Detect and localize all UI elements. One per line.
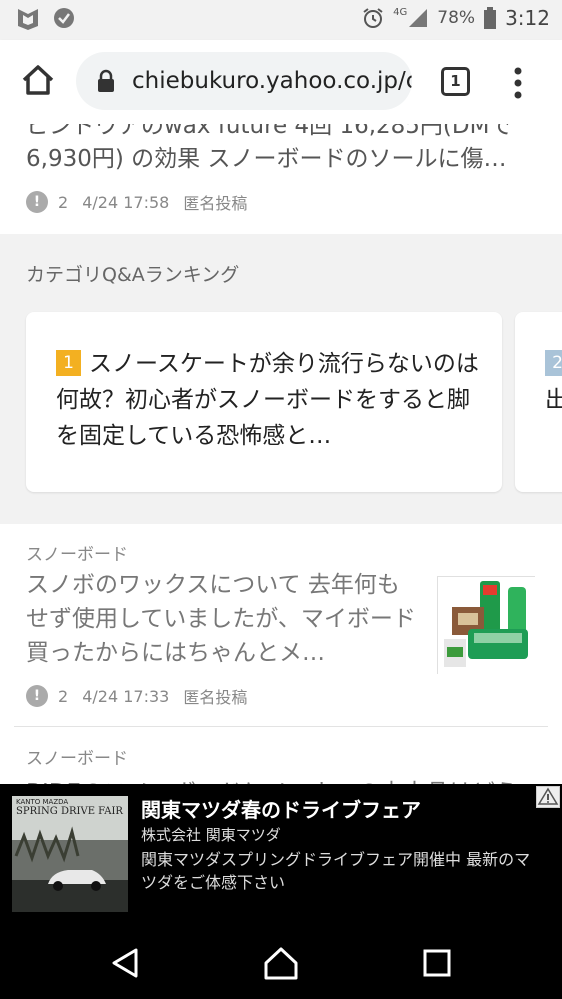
divider	[14, 726, 548, 727]
signal-icon	[409, 9, 428, 27]
ranking-card[interactable]: 1 スノースケートが余り流行らないのは何故？初心者がスノーボードをすると脚を固定し…	[26, 312, 502, 492]
ad-banner[interactable]: KANTO MAZDA SPRING DRIVE FAIR 関東マツダ春のドライ…	[0, 784, 562, 928]
page-content: ピンドウアのwax future 4回 16,285円(DMで6,930円) の…	[0, 124, 562, 784]
check-circle-icon	[54, 8, 74, 28]
battery-icon	[484, 7, 497, 29]
battery-percent: 78%	[437, 8, 476, 28]
recents-icon[interactable]	[422, 948, 452, 978]
question-meta: ! 2 4/24 17:33 匿名投稿	[26, 684, 261, 708]
ranking-question: 2 出カ	[545, 346, 562, 418]
answer-count: 2	[58, 192, 69, 212]
tab-switcher-button[interactable]: 1	[441, 67, 470, 96]
ranking-question-text: 出カ	[545, 387, 562, 413]
address-bar[interactable]: chiebukuro.yahoo.co.jp/c	[76, 52, 412, 110]
ad-image-caption: SPRING DRIVE FAIR	[16, 806, 123, 817]
ranking-title: カテゴリQ&Aランキング	[26, 264, 240, 286]
answer-count: 2	[58, 686, 69, 706]
url-text: chiebukuro.yahoo.co.jp/c	[132, 68, 412, 94]
ranking-question: 1 スノースケートが余り流行らないのは何故？初心者がスノーボードをすると脚を固定し…	[56, 346, 486, 454]
alarm-icon	[363, 8, 383, 28]
post-date: 4/24 17:58	[82, 192, 170, 212]
rank-badge: 1	[56, 350, 81, 376]
home-nav-icon[interactable]	[262, 944, 300, 982]
browser-toolbar: chiebukuro.yahoo.co.jp/c 1	[0, 40, 562, 124]
question-meta: ! 2 4/24 17:58 匿名投稿	[26, 190, 261, 214]
mcafee-icon	[18, 9, 38, 30]
clock: 3:12	[505, 6, 550, 30]
post-author: 匿名投稿	[183, 194, 248, 213]
question-title[interactable]: スノボのワックスについて 去年何もせず使用していましたが、マイボード買ったからに…	[26, 568, 422, 670]
category-ranking: カテゴリQ&Aランキング 1 スノースケートが余り流行らないのは何故？初心者がスノ…	[0, 234, 562, 524]
answer-count-icon: !	[26, 685, 48, 707]
question-title[interactable]: ピンドウアのwax future 4回 16,285円(DMで6,930円) の…	[26, 124, 536, 176]
system-nav-bar	[0, 928, 562, 999]
adchoices-icon[interactable]	[536, 786, 560, 808]
ranking-card[interactable]: 2 出カ	[515, 312, 562, 492]
ranking-question-text: スノースケートが余り流行らないのは何故？初心者がスノーボードをすると脚を固定して…	[56, 351, 479, 449]
home-icon[interactable]	[18, 60, 58, 100]
back-icon[interactable]	[108, 946, 142, 980]
post-date: 4/24 17:33	[82, 686, 170, 706]
ad-image-caption-top: KANTO MAZDA	[16, 798, 69, 806]
network-type: 4G	[393, 6, 408, 18]
ad-title[interactable]: 関東マツダ春のドライブフェア	[141, 794, 421, 823]
status-bar: 4G 78% 3:12	[0, 0, 562, 40]
wax-product-image	[438, 577, 536, 675]
more-vert-icon[interactable]	[508, 66, 528, 100]
post-author: 匿名投稿	[183, 688, 248, 707]
question-title[interactable]: RIDEのスノーボードとメーカーの中古品はどう	[26, 776, 536, 784]
question-thumbnail[interactable]	[437, 576, 536, 675]
ad-description: 関東マツダスプリングドライブフェア開催中 最新のマツダをご体感下さい	[141, 850, 531, 892]
lock-icon	[98, 69, 114, 92]
category-label[interactable]: スノーボード	[26, 744, 128, 769]
category-label[interactable]: スノーボード	[26, 540, 128, 565]
ad-advertiser: 株式会社 関東マツダ	[141, 826, 281, 844]
answer-count-icon: !	[26, 191, 48, 213]
rank-badge: 2	[545, 350, 562, 376]
